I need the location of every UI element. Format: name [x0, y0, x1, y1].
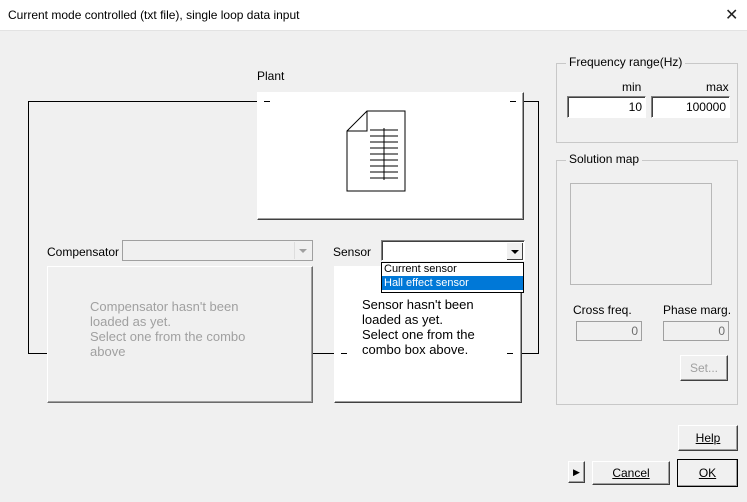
wire-left-vertical: [28, 101, 29, 353]
ok-button-label: OK: [698, 466, 717, 480]
wire-right-bottom: [519, 353, 539, 354]
compensator-box[interactable]: Compensator hasn't been loaded as yet. S…: [47, 266, 313, 403]
window-title: Current mode controlled (txt file), sing…: [8, 8, 300, 22]
sensor-combo[interactable]: [381, 240, 525, 261]
sensor-port-left: [341, 353, 347, 354]
sensor-port-right: [507, 353, 513, 354]
chevron-down-icon: [299, 249, 307, 253]
help-button[interactable]: Help: [678, 425, 738, 451]
solution-map-group-label: Solution map: [566, 152, 643, 166]
sensor-dropdown-list[interactable]: Current sensor Hall effect sensor: [381, 262, 524, 293]
phase-marg-input: 0: [663, 321, 729, 341]
sensor-option-hall[interactable]: Hall effect sensor: [382, 276, 523, 290]
sensor-combo-arrow-button[interactable]: [506, 242, 523, 260]
chevron-down-icon: [511, 250, 519, 254]
frequency-group-label: Frequency range(Hz): [566, 55, 686, 69]
plant-port-left: [264, 101, 270, 102]
cross-freq-input: 0: [576, 321, 642, 341]
plant-port-right: [510, 101, 516, 102]
frequency-min-label: min: [622, 80, 642, 94]
sensor-message: Sensor hasn't been loaded as yet. Select…: [362, 297, 475, 357]
compensator-label: Compensator: [47, 245, 120, 259]
sensor-option-current[interactable]: Current sensor: [382, 263, 523, 276]
cancel-button-label: Cancel: [612, 466, 650, 480]
play-icon: ▶: [573, 467, 580, 477]
help-button-label: Help: [695, 431, 721, 445]
wire-right-vertical: [538, 101, 539, 353]
plant-box[interactable]: [257, 92, 524, 220]
frequency-max-label: max: [706, 80, 729, 94]
wire-left-top: [28, 101, 258, 102]
frequency-max-input[interactable]: 100000: [651, 96, 730, 118]
document-icon: [346, 110, 406, 192]
compensator-combo-arrow: [294, 242, 311, 259]
wire-comp-sensor: [312, 353, 335, 354]
close-icon[interactable]: ✕: [725, 5, 738, 25]
wire-right-top: [522, 101, 539, 102]
plant-label: Plant: [257, 69, 285, 83]
wire-left-bottom: [28, 353, 48, 354]
expand-button[interactable]: ▶: [568, 461, 585, 483]
phase-marg-label: Phase marg.: [663, 303, 732, 317]
frequency-min-input[interactable]: 10: [567, 96, 646, 118]
compensator-message: Compensator hasn't been loaded as yet. S…: [90, 299, 246, 359]
cancel-button[interactable]: Cancel: [592, 461, 670, 485]
solution-map-canvas: [570, 183, 712, 285]
compensator-combo: [122, 240, 313, 261]
sensor-label: Sensor: [333, 245, 372, 259]
set-button[interactable]: Set...: [680, 355, 728, 381]
ok-button[interactable]: OK: [677, 459, 738, 487]
cross-freq-label: Cross freq.: [573, 303, 632, 317]
